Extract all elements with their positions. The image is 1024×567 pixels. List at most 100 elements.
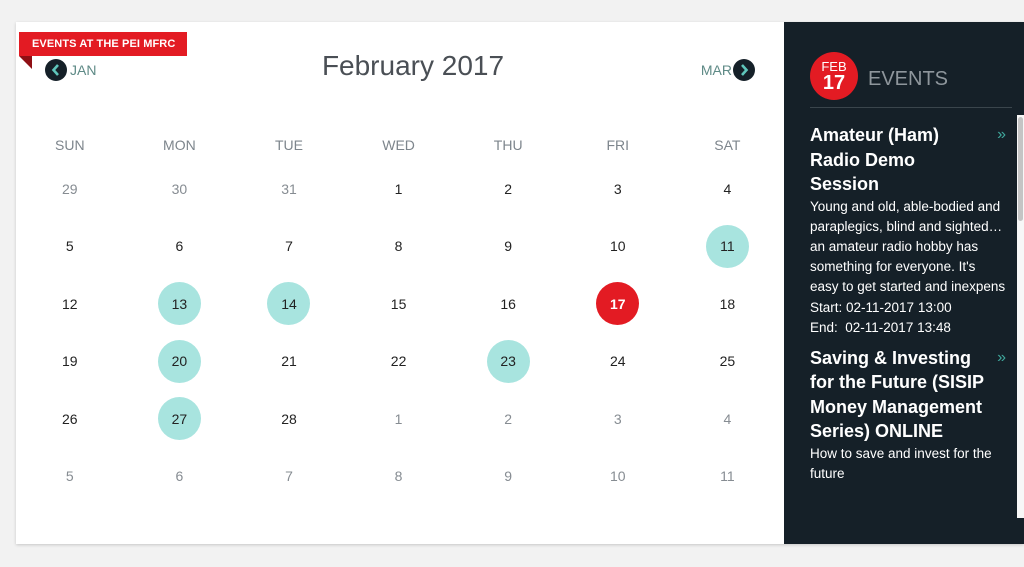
day-cell[interactable]: 1: [344, 160, 454, 218]
day-number: 21: [281, 353, 297, 370]
sidebar-scrollbar[interactable]: [1017, 115, 1024, 518]
day-cell[interactable]: 12: [15, 275, 125, 333]
day-cell-has-event[interactable]: 20: [125, 333, 235, 391]
day-cell-has-event[interactable]: 23: [453, 333, 563, 391]
weekday-header: SUN MON TUE WED THU FRI SAT: [15, 130, 784, 160]
weekday-label: TUE: [274, 137, 303, 153]
day-number: 5: [65, 238, 74, 255]
day-cell[interactable]: 26: [15, 390, 125, 448]
day-number: 12: [62, 295, 78, 312]
weekday-label: THU: [493, 137, 523, 153]
day-number: 11: [720, 468, 735, 485]
day-cell-today[interactable]: 17: [563, 275, 673, 333]
day-cell[interactable]: 3: [563, 160, 673, 218]
day-number: 6: [175, 468, 184, 485]
day-cell-has-event[interactable]: 13: [125, 275, 235, 333]
calendar-grid: SUN MON TUE WED THU FRI SAT 29 30 31 1 2 3 4 5 6 7 8 9 10 1…: [16, 130, 784, 505]
day-number: 1: [394, 410, 403, 427]
day-number: 6: [175, 238, 184, 255]
day-number: 7: [285, 468, 293, 485]
day-number: 22: [390, 353, 407, 370]
double-chevron-right-icon[interactable]: »: [997, 123, 1006, 147]
week-row: 5 6 7 8 9 10 11: [15, 218, 784, 276]
day-cell[interactable]: 1: [344, 390, 454, 448]
day-number: 11: [705, 224, 749, 268]
day-cell[interactable]: 11: [673, 448, 783, 506]
day-cell[interactable]: 15: [344, 275, 454, 333]
day-number: 19: [62, 353, 78, 370]
day-number: 1: [394, 180, 403, 197]
day-cell[interactable]: 10: [563, 448, 673, 506]
day-number: 8: [394, 468, 403, 485]
day-number: 3: [613, 180, 622, 197]
day-number: 25: [719, 353, 736, 370]
day-cell[interactable]: 3: [563, 390, 673, 448]
weekday-label: MON: [163, 137, 196, 153]
day-number: 15: [390, 295, 407, 312]
day-cell[interactable]: 4: [673, 390, 783, 448]
event-description: Young and old, able-bodied and paraplegi…: [810, 198, 1006, 295]
events-calendar-widget: EVENTS AT THE PEI MFRC JAN February 2017…: [16, 22, 1024, 544]
day-cell-has-event[interactable]: 27: [125, 390, 235, 448]
day-cell[interactable]: 31: [234, 160, 344, 218]
day-cell[interactable]: 9: [453, 448, 563, 506]
day-cell[interactable]: 5: [15, 218, 125, 276]
day-number: 14: [267, 282, 311, 326]
event-description: How to save and invest for the future: [810, 445, 992, 482]
day-number: 24: [609, 353, 626, 370]
day-cell[interactable]: 9: [453, 218, 563, 276]
day-cell[interactable]: 21: [234, 333, 344, 391]
day-cell[interactable]: 10: [563, 218, 673, 276]
day-cell[interactable]: 7: [234, 448, 344, 506]
weekday-label: SAT: [714, 137, 741, 153]
week-row: 19 20 21 22 23 24 25: [15, 333, 784, 391]
week-row: 29 30 31 1 2 3 4: [15, 160, 784, 218]
day-number: 29: [62, 180, 78, 197]
event-item: Amateur (Ham) Radio Demo Session » Young…: [810, 123, 1006, 338]
events-ribbon: EVENTS AT THE PEI MFRC: [19, 32, 188, 56]
day-cell[interactable]: 28: [234, 390, 344, 448]
day-cell[interactable]: 25: [673, 333, 783, 391]
events-sidebar: FEB 17 EVENTS Amateur (Ham) Radio Demo S…: [784, 22, 1024, 544]
day-number: 2: [504, 410, 513, 427]
day-cell[interactable]: 2: [453, 160, 563, 218]
day-number: 2: [504, 180, 513, 197]
day-number: 9: [504, 238, 513, 255]
date-badge-month: FEB: [821, 58, 847, 74]
day-cell[interactable]: 6: [125, 448, 235, 506]
day-number: 26: [62, 410, 78, 427]
day-cell[interactable]: 29: [15, 160, 125, 218]
day-cell[interactable]: 7: [234, 218, 344, 276]
day-cell[interactable]: 4: [673, 160, 783, 218]
scrollbar-thumb[interactable]: [1018, 117, 1023, 221]
day-cell[interactable]: 2: [453, 390, 563, 448]
double-chevron-right-icon[interactable]: »: [997, 346, 1006, 370]
chevron-right-icon: [733, 59, 755, 81]
day-cell[interactable]: 6: [125, 218, 235, 276]
week-row: 12 13 14 15 16 17 18: [15, 275, 784, 333]
day-number: 10: [609, 468, 626, 485]
ribbon-fold: [19, 56, 32, 69]
day-cell[interactable]: 5: [15, 448, 125, 506]
day-number: 4: [723, 180, 732, 197]
event-title-link[interactable]: Amateur (Ham) Radio Demo Session: [810, 123, 985, 197]
day-cell[interactable]: 30: [125, 160, 235, 218]
day-cell[interactable]: 8: [344, 448, 454, 506]
day-cell[interactable]: 8: [344, 218, 454, 276]
sidebar-divider: [810, 107, 1012, 108]
day-cell[interactable]: 24: [563, 333, 673, 391]
day-number: 17: [596, 282, 640, 326]
day-number: 4: [723, 410, 732, 427]
day-cell[interactable]: 18: [673, 275, 783, 333]
day-number: 3: [613, 410, 622, 427]
day-cell-has-event[interactable]: 11: [673, 218, 783, 276]
calendar: JAN February 2017 MAR SUN MON TUE WED THU FRI…: [16, 22, 784, 544]
day-number: 5: [65, 468, 74, 485]
day-cell[interactable]: 16: [453, 275, 563, 333]
day-cell[interactable]: 22: [344, 333, 454, 391]
day-cell[interactable]: 19: [15, 333, 125, 391]
next-month-label: MAR: [700, 62, 732, 78]
next-month-button[interactable]: MAR: [701, 59, 755, 81]
event-title-link[interactable]: Saving & Investing for the Future (SISIP…: [810, 346, 985, 444]
day-cell-has-event[interactable]: 14: [234, 275, 344, 333]
